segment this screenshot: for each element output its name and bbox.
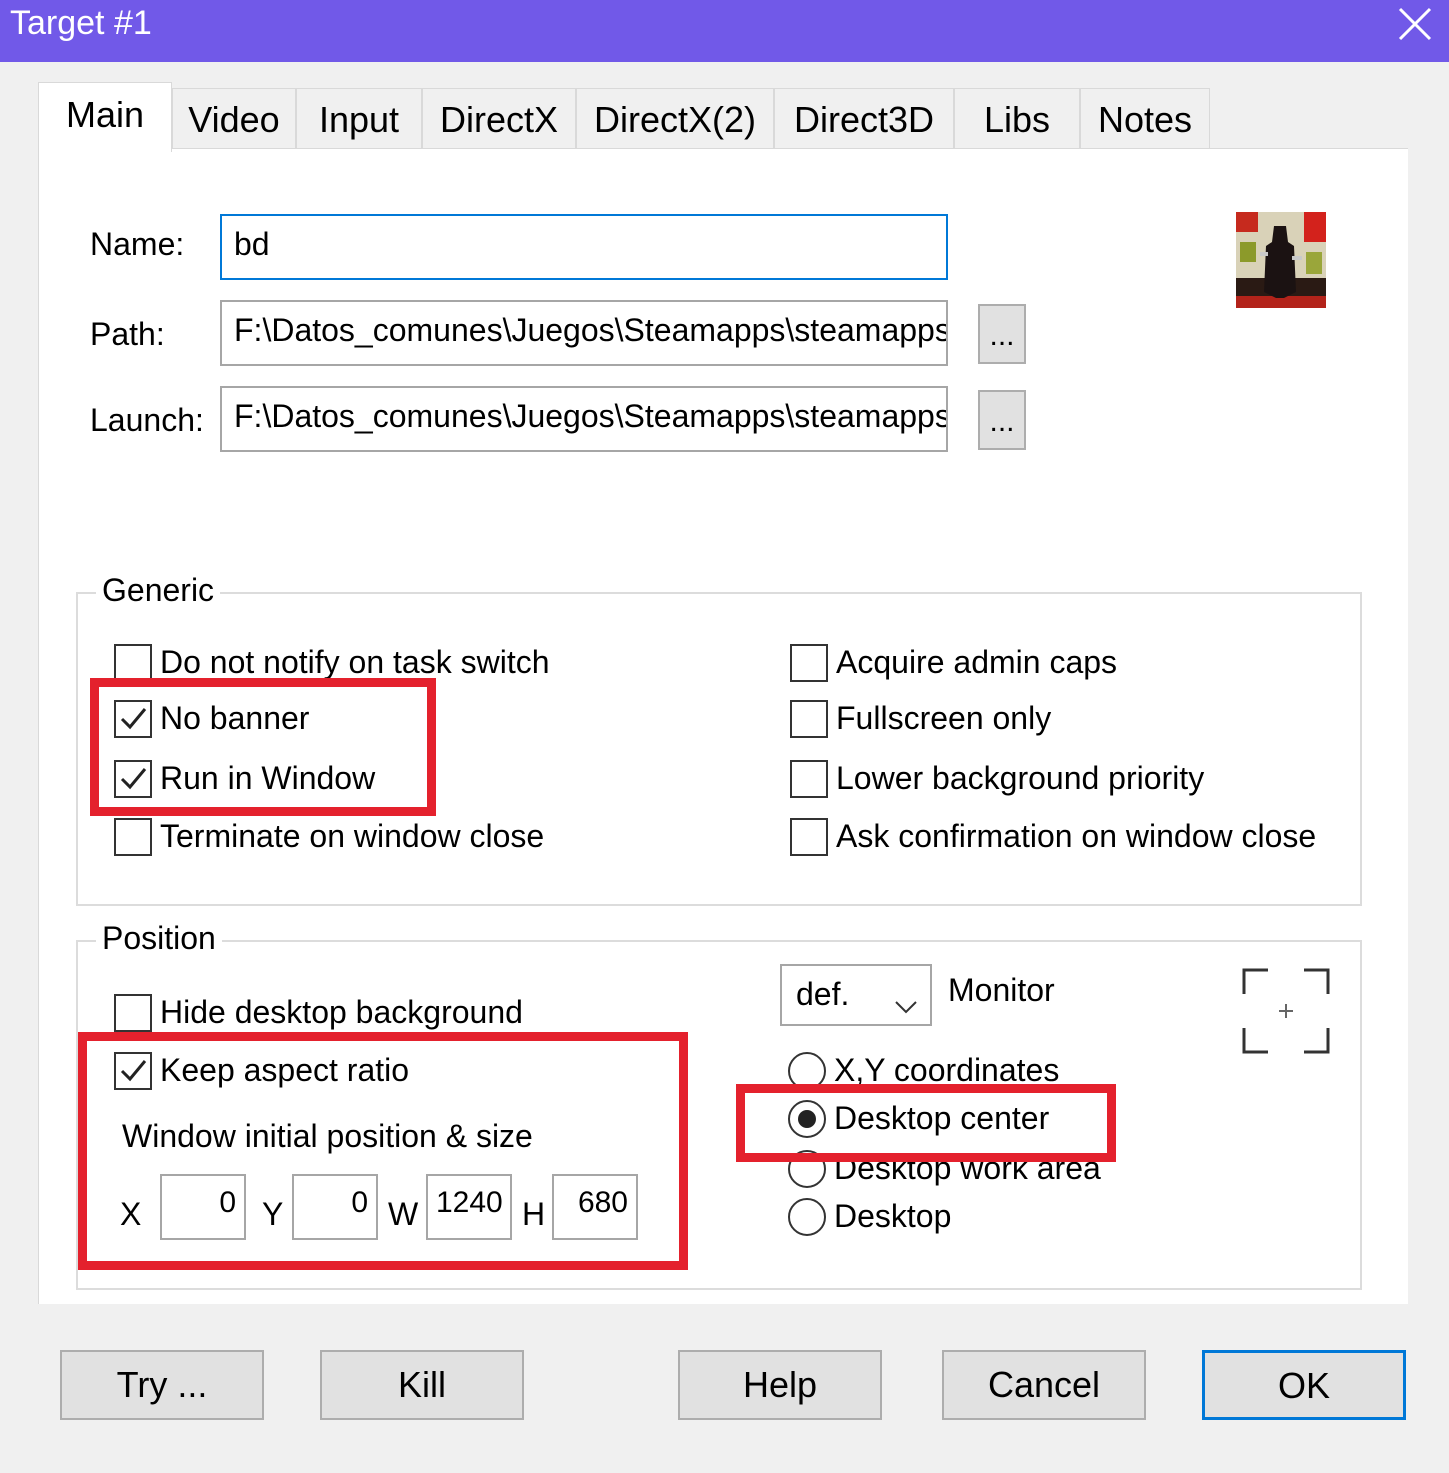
cancel-button[interactable]: Cancel bbox=[942, 1350, 1146, 1420]
lower-priority-checkbox[interactable] bbox=[790, 760, 828, 798]
desktop-label: Desktop bbox=[834, 1198, 952, 1234]
position-group-title: Position bbox=[96, 920, 222, 957]
monitor-select-value: def. bbox=[796, 976, 850, 1012]
launch-browse-button[interactable]: ... bbox=[978, 390, 1026, 450]
kill-button[interactable]: Kill bbox=[320, 1350, 524, 1420]
tab-direct3d[interactable]: Direct3D bbox=[774, 88, 954, 150]
acquire-admin-checkbox[interactable] bbox=[790, 644, 828, 682]
lower-priority-label: Lower background priority bbox=[836, 760, 1205, 796]
launch-label: Launch: bbox=[90, 402, 204, 438]
title-bar: Target #1 bbox=[0, 0, 1449, 62]
try-button[interactable]: Try ... bbox=[60, 1350, 264, 1420]
desktop-radio[interactable] bbox=[788, 1198, 826, 1236]
ok-button[interactable]: OK bbox=[1202, 1350, 1406, 1420]
name-label: Name: bbox=[90, 226, 185, 262]
highlight-box-position-size bbox=[78, 1032, 688, 1270]
tab-directx2[interactable]: DirectX(2) bbox=[576, 88, 774, 150]
terminate-on-close-checkbox[interactable] bbox=[114, 818, 152, 856]
path-label: Path: bbox=[90, 316, 165, 352]
ask-confirmation-label: Ask confirmation on window close bbox=[836, 818, 1317, 854]
help-button[interactable]: Help bbox=[678, 1350, 882, 1420]
monitor-select[interactable]: def. bbox=[780, 964, 932, 1026]
launch-input[interactable]: F:\Datos_comunes\Juegos\Steamapps\steama… bbox=[220, 386, 948, 452]
position-picker-icon[interactable] bbox=[1238, 964, 1334, 1058]
tab-notes[interactable]: Notes bbox=[1080, 88, 1210, 150]
game-icon[interactable] bbox=[1236, 212, 1326, 308]
tab-libs[interactable]: Libs bbox=[954, 88, 1080, 150]
generic-group-title: Generic bbox=[96, 572, 221, 609]
do-not-notify-label: Do not notify on task switch bbox=[160, 644, 550, 680]
highlight-box-generic bbox=[90, 678, 436, 816]
hide-desktop-label: Hide desktop background bbox=[160, 994, 523, 1030]
chevron-down-icon bbox=[894, 986, 918, 1023]
terminate-on-close-label: Terminate on window close bbox=[160, 818, 545, 854]
path-browse-button[interactable]: ... bbox=[978, 304, 1026, 364]
monitor-label: Monitor bbox=[948, 972, 1055, 1008]
acquire-admin-label: Acquire admin caps bbox=[836, 644, 1118, 680]
hide-desktop-checkbox[interactable] bbox=[114, 994, 152, 1032]
ask-confirmation-checkbox[interactable] bbox=[790, 818, 828, 856]
tab-video[interactable]: Video bbox=[172, 88, 296, 150]
tab-directx[interactable]: DirectX bbox=[422, 88, 576, 150]
do-not-notify-checkbox[interactable] bbox=[114, 644, 152, 682]
name-input[interactable]: bd bbox=[220, 214, 948, 280]
fullscreen-only-label: Fullscreen only bbox=[836, 700, 1052, 736]
tab-main[interactable]: Main bbox=[38, 82, 172, 152]
close-icon[interactable] bbox=[1397, 6, 1433, 42]
path-input[interactable]: F:\Datos_comunes\Juegos\Steamapps\steama… bbox=[220, 300, 948, 366]
highlight-box-desktop-center bbox=[736, 1084, 1116, 1162]
window-title: Target #1 bbox=[10, 4, 152, 42]
fullscreen-only-checkbox[interactable] bbox=[790, 700, 828, 738]
tab-input[interactable]: Input bbox=[296, 88, 422, 150]
